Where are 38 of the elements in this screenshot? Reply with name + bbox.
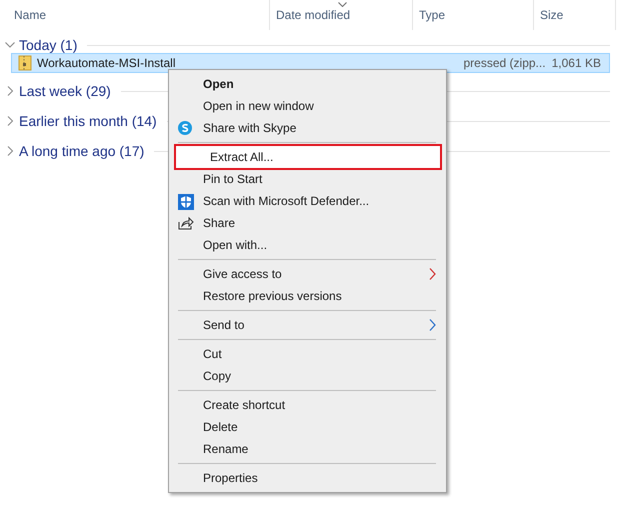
group-header[interactable]: Earlier this month (14) — [5, 110, 157, 132]
column-header[interactable]: Name — [0, 0, 270, 30]
file-name: Workautomate-MSI-Install — [37, 55, 176, 72]
shield-icon — [178, 194, 194, 210]
group-header[interactable]: Today (1) — [5, 34, 78, 56]
chevron-icon[interactable] — [5, 40, 15, 50]
menu-item[interactable]: Open — [169, 73, 446, 95]
menu-item[interactable]: Restore previous versions — [169, 285, 446, 307]
chevron-icon[interactable] — [5, 86, 15, 96]
menu-item[interactable]: Extract All... — [176, 146, 440, 168]
menu-item[interactable]: Cut — [169, 343, 446, 365]
column-header[interactable]: Type — [413, 0, 534, 30]
menu-item[interactable]: Delete — [169, 416, 446, 438]
group-header[interactable]: Last week (29) — [5, 80, 111, 102]
menu-item[interactable]: Copy — [169, 365, 446, 387]
file-size: 1,061 KB — [552, 55, 601, 72]
menu-item[interactable]: Properties — [169, 467, 446, 489]
menu-item[interactable]: Give access to — [169, 263, 446, 285]
menu-item[interactable]: Create shortcut — [169, 394, 446, 416]
file-row[interactable]: Workautomate-MSI-Install pressed (zipp... 1,061 KB — [11, 53, 610, 73]
menu-item[interactable]: Rename — [169, 438, 446, 460]
share-icon — [178, 216, 194, 230]
skype-icon — [178, 121, 192, 135]
menu-item[interactable]: Share with Skype — [169, 117, 446, 139]
file-type: pressed (zipp... — [464, 55, 546, 72]
chevron-icon[interactable] — [5, 116, 15, 126]
chevron-icon[interactable] — [5, 146, 15, 156]
column-header[interactable]: Size — [534, 0, 616, 30]
menu-item[interactable]: Scan with Microsoft Defender... — [169, 190, 446, 212]
column-header[interactable]: Date modified — [270, 0, 413, 30]
menu-item[interactable]: Share — [169, 212, 446, 234]
sort-caret-icon — [338, 2, 347, 7]
menu-item[interactable]: Open in new window — [169, 95, 446, 117]
group-header[interactable]: A long time ago (17) — [5, 140, 144, 162]
menu-item[interactable]: Send to — [169, 314, 446, 336]
zip-folder-icon — [18, 55, 32, 71]
menu-item[interactable]: Open with... — [169, 234, 446, 256]
menu-item[interactable]: Pin to Start — [169, 168, 446, 190]
